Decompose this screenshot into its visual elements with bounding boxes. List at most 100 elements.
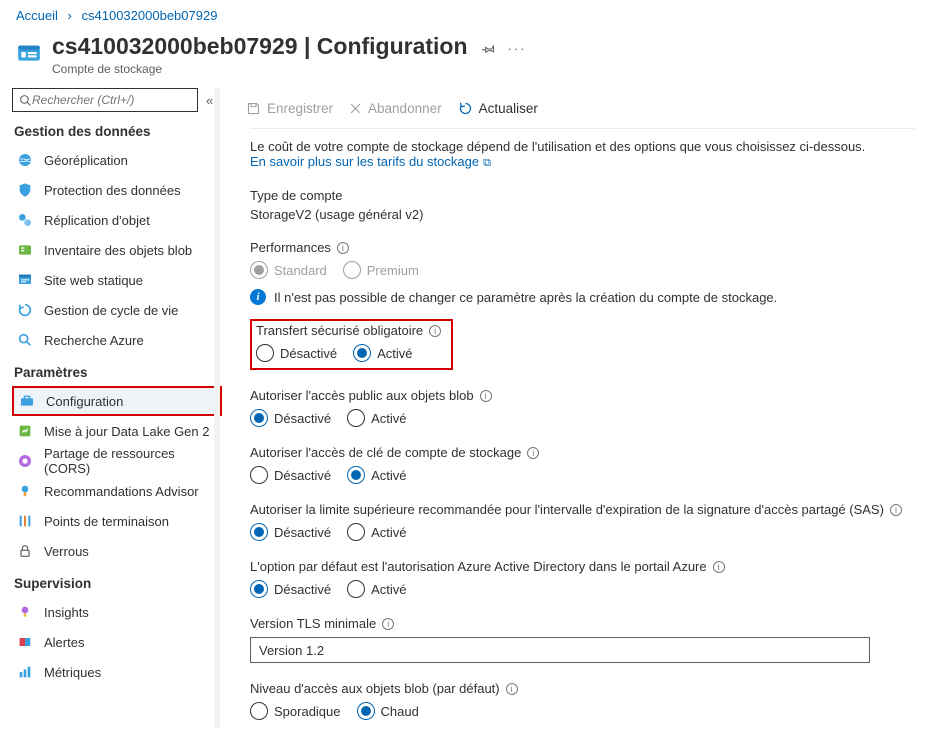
sidebar-item-label: Métriques	[44, 665, 101, 680]
radio-performance-premium: Premium	[343, 261, 419, 279]
sidebar-item-azure-search[interactable]: Recherche Azure	[12, 325, 222, 355]
save-button[interactable]: Enregistrer	[246, 101, 333, 116]
section-monitoring: Supervision	[14, 576, 222, 591]
breadcrumb-resource[interactable]: cs410032000beb07929	[82, 8, 218, 23]
sidebar-item-georeplication[interactable]: Géoréplication	[12, 145, 222, 175]
info-icon[interactable]: i	[480, 390, 492, 402]
sidebar-item-datalake-gen2[interactable]: Mise à jour Data Lake Gen 2	[12, 416, 222, 446]
radio-sas-limit-disabled[interactable]: Désactivé	[250, 523, 331, 541]
info-icon[interactable]: i	[890, 504, 902, 516]
sidebar-item-label: Points de terminaison	[44, 514, 169, 529]
sidebar-item-label: Protection des données	[44, 183, 181, 198]
search-icon	[19, 94, 32, 107]
sidebar-item-metrics[interactable]: Métriques	[12, 657, 222, 687]
toolbox-icon	[18, 392, 36, 410]
radio-aad-default-disabled[interactable]: Désactivé	[250, 580, 331, 598]
toolbar: Enregistrer Abandonner Actualiser	[246, 88, 915, 128]
external-link-icon: ⧉	[483, 157, 491, 169]
sidebar-item-data-protection[interactable]: Protection des données	[12, 175, 222, 205]
account-type-value: StorageV2 (usage général v2)	[250, 207, 915, 222]
refresh-icon	[458, 101, 473, 116]
sidebar-item-label: Recherche Azure	[44, 333, 144, 348]
radio-secure-transfer-enabled[interactable]: Activé	[353, 344, 412, 362]
radio-tier-cool[interactable]: Sporadique	[250, 702, 341, 720]
info-icon[interactable]: i	[527, 447, 539, 459]
key-access-label: Autoriser l'accès de clé de compte de st…	[250, 445, 915, 460]
lock-icon	[16, 542, 34, 560]
breadcrumb-home[interactable]: Accueil	[16, 8, 58, 23]
metrics-icon	[16, 663, 34, 681]
info-icon[interactable]: i	[506, 683, 518, 695]
collapse-sidebar-icon[interactable]: «	[206, 93, 213, 108]
sidebar-item-insights[interactable]: Insights	[12, 597, 222, 627]
sidebar-item-label: Insights	[44, 605, 89, 620]
insights-icon	[16, 603, 34, 621]
sidebar-item-label: Verrous	[44, 544, 89, 559]
section-settings: Paramètres	[14, 365, 222, 380]
info-icon[interactable]: i	[429, 325, 441, 337]
radio-key-access-disabled[interactable]: Désactivé	[250, 466, 331, 484]
sidebar-item-advisor[interactable]: Recommandations Advisor	[12, 476, 222, 506]
search-input-wrap[interactable]	[12, 88, 198, 112]
access-tier-label: Niveau d'accès aux objets blob (par défa…	[250, 681, 915, 696]
search-service-icon	[16, 331, 34, 349]
sidebar-item-static-website[interactable]: Site web statique	[12, 265, 222, 295]
endpoints-icon	[16, 512, 34, 530]
secure-transfer-label: Transfert sécurisé obligatoire i	[256, 323, 441, 338]
refresh-button[interactable]: Actualiser	[458, 101, 538, 116]
radio-sas-limit-enabled[interactable]: Activé	[347, 523, 406, 541]
radio-blob-public-disabled[interactable]: Désactivé	[250, 409, 331, 427]
sidebar-item-lifecycle[interactable]: Gestion de cycle de vie	[12, 295, 222, 325]
globe-icon	[16, 151, 34, 169]
info-icon: i	[250, 289, 266, 305]
sidebar-item-configuration[interactable]: Configuration	[12, 386, 222, 416]
sidebar-item-label: Site web statique	[44, 273, 143, 288]
search-input[interactable]	[32, 93, 191, 107]
page-subtitle: Compte de stockage	[52, 62, 468, 76]
cors-icon	[16, 452, 34, 470]
radio-blob-public-enabled[interactable]: Activé	[347, 409, 406, 427]
close-icon	[349, 102, 362, 115]
account-type-label: Type de compte	[250, 188, 915, 203]
lifecycle-icon	[16, 301, 34, 319]
sidebar-item-label: Configuration	[46, 394, 123, 409]
sidebar-item-alerts[interactable]: Alertes	[12, 627, 222, 657]
radio-performance-standard: Standard	[250, 261, 327, 279]
website-icon	[16, 271, 34, 289]
blob-public-access-label: Autoriser l'accès public aux objets blob…	[250, 388, 915, 403]
sidebar-item-label: Recommandations Advisor	[44, 484, 199, 499]
sidebar-item-endpoints[interactable]: Points de terminaison	[12, 506, 222, 536]
chevron-right-icon: ›	[68, 8, 72, 23]
aad-default-label: L'option par défaut est l'autorisation A…	[250, 559, 915, 574]
page-header: cs410032000beb07929 | Configuration Comp…	[0, 31, 935, 88]
radio-aad-default-enabled[interactable]: Activé	[347, 580, 406, 598]
tls-version-select[interactable]: Version 1.2	[250, 637, 870, 663]
sidebar-item-label: Partage de ressources (CORS)	[44, 446, 222, 476]
more-icon[interactable]: ···	[508, 41, 527, 56]
section-data-management: Gestion des données	[14, 124, 222, 139]
info-icon[interactable]: i	[382, 618, 394, 630]
sidebar-item-locks[interactable]: Verrous	[12, 536, 222, 566]
advisor-icon	[16, 482, 34, 500]
info-icon[interactable]: i	[713, 561, 725, 573]
pin-icon[interactable]	[482, 42, 496, 56]
radio-tier-hot[interactable]: Chaud	[357, 702, 419, 720]
radio-secure-transfer-disabled[interactable]: Désactivé	[256, 344, 337, 362]
sidebar-item-label: Mise à jour Data Lake Gen 2	[44, 424, 209, 439]
sidebar-item-label: Réplication d'objet	[44, 213, 150, 228]
alerts-icon	[16, 633, 34, 651]
storage-account-icon	[16, 39, 42, 65]
content-area: Enregistrer Abandonner Actualiser Le coû…	[222, 88, 935, 740]
scrollbar[interactable]	[214, 88, 220, 728]
radio-key-access-enabled[interactable]: Activé	[347, 466, 406, 484]
sidebar-item-blob-inventory[interactable]: Inventaire des objets blob	[12, 235, 222, 265]
inventory-icon	[16, 241, 34, 259]
discard-button[interactable]: Abandonner	[349, 101, 442, 116]
sidebar-item-object-replication[interactable]: Réplication d'objet	[12, 205, 222, 235]
sidebar: « Gestion des données Géoréplication Pro…	[0, 88, 222, 740]
sidebar-item-cors[interactable]: Partage de ressources (CORS)	[12, 446, 222, 476]
pricing-link[interactable]: En savoir plus sur les tarifs du stockag…	[250, 154, 491, 169]
info-icon[interactable]: i	[337, 242, 349, 254]
sidebar-item-label: Géoréplication	[44, 153, 128, 168]
shield-icon	[16, 181, 34, 199]
